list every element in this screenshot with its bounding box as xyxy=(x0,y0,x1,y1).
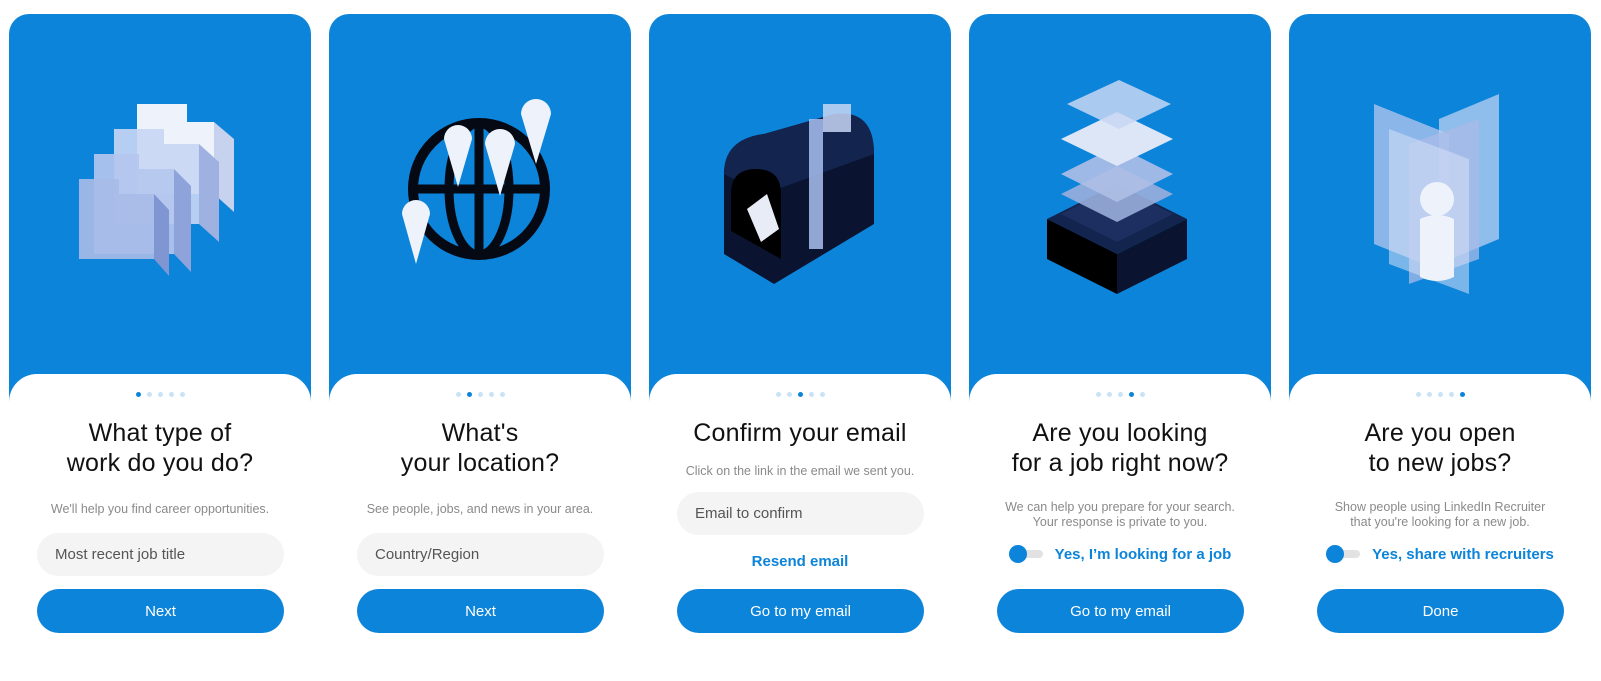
step-title: What's your location? xyxy=(339,418,621,478)
step-title: Are you open to new jobs? xyxy=(1299,418,1581,478)
progress-dot xyxy=(1415,392,1421,397)
progress-dot-active xyxy=(1128,392,1134,397)
progress-dot xyxy=(1117,392,1123,397)
email-confirm-input[interactable]: Email to confirm xyxy=(677,492,924,535)
step-subtitle: See people, jobs, and news in your area. xyxy=(349,502,611,517)
onboarding-card-job-search: Are you looking for a job right now? We … xyxy=(969,14,1271,634)
progress-dots xyxy=(329,392,631,397)
progress-dot xyxy=(168,392,174,397)
input-placeholder: Email to confirm xyxy=(695,505,803,522)
title-line-2: to new jobs? xyxy=(1368,449,1512,477)
share-with-recruiters-toggle-row: Yes, share with recruiters xyxy=(1289,545,1591,563)
done-button[interactable]: Done xyxy=(1317,589,1564,633)
folders-icon xyxy=(79,104,234,276)
progress-dots xyxy=(1289,392,1591,397)
hero-banner xyxy=(969,14,1271,424)
step-title: Confirm your email xyxy=(659,418,941,448)
progress-dot-active xyxy=(466,392,472,397)
job-search-toggle[interactable] xyxy=(1008,545,1043,563)
progress-dot xyxy=(455,392,461,397)
button-label: Next xyxy=(465,602,496,620)
onboarding-card-confirm-email: Confirm your email Click on the link in … xyxy=(649,14,951,634)
button-label: Go to my email xyxy=(1070,602,1171,620)
step-title: What type of work do you do? xyxy=(19,418,301,478)
title-line-2: work do you do? xyxy=(66,449,254,477)
progress-dot xyxy=(786,392,792,397)
subtitle-line-2: that you're looking for a new job. xyxy=(1350,515,1530,529)
step-subtitle: We can help you prepare for your search.… xyxy=(989,500,1251,530)
job-search-toggle-row: Yes, I’m looking for a job xyxy=(969,545,1271,563)
onboarding-card-open-to-jobs: Are you open to new jobs? Show people us… xyxy=(1289,14,1591,634)
title-line-2: your location? xyxy=(400,449,560,477)
toggle-knob xyxy=(1008,545,1027,563)
title-line-1: What type of xyxy=(88,419,232,447)
subtitle-line-1: See people, jobs, and news in your area. xyxy=(366,502,594,516)
step-subtitle: Click on the link in the email we sent y… xyxy=(669,464,931,479)
globe-pins-icon xyxy=(402,99,551,264)
title-line-1: Confirm your email xyxy=(693,419,907,447)
progress-dot xyxy=(1437,392,1443,397)
button-label: Go to my email xyxy=(750,602,851,620)
title-line-1: What's xyxy=(441,419,519,447)
next-button[interactable]: Next xyxy=(37,589,284,633)
progress-dot-active xyxy=(797,392,803,397)
hero-banner xyxy=(329,14,631,424)
input-placeholder: Most recent job title xyxy=(55,546,186,563)
go-to-email-button[interactable]: Go to my email xyxy=(677,589,924,633)
onboarding-card-location: What's your location? See people, jobs, … xyxy=(329,14,631,634)
next-button[interactable]: Next xyxy=(357,589,604,633)
mailbox-icon xyxy=(724,104,874,284)
country-region-input[interactable]: Country/Region xyxy=(357,533,604,576)
progress-dot xyxy=(477,392,483,397)
progress-dot xyxy=(179,392,185,397)
hero-banner xyxy=(1289,14,1591,424)
onboarding-card-work-type: What type of work do you do? We'll help … xyxy=(9,14,311,634)
subtitle-line-1: We can help you prepare for your search. xyxy=(1005,500,1235,514)
person-panels-icon xyxy=(1374,94,1499,294)
progress-dot xyxy=(1426,392,1432,397)
title-line-2: for a job right now? xyxy=(1011,449,1229,477)
title-line-1: Are you open xyxy=(1364,419,1516,447)
input-placeholder: Country/Region xyxy=(375,546,480,563)
share-with-recruiters-toggle[interactable] xyxy=(1326,545,1361,563)
toggle-label: Yes, share with recruiters xyxy=(1372,545,1554,563)
progress-dot xyxy=(146,392,152,397)
job-title-input[interactable]: Most recent job title xyxy=(37,533,284,576)
button-label: Next xyxy=(145,602,176,620)
progress-dot xyxy=(499,392,505,397)
progress-dot xyxy=(819,392,825,397)
progress-dot xyxy=(157,392,163,397)
subtitle-line-1: Click on the link in the email we sent y… xyxy=(685,464,915,478)
resend-email-link[interactable]: Resend email xyxy=(649,553,951,570)
progress-dot xyxy=(1095,392,1101,397)
title-line-1: Are you looking xyxy=(1032,419,1208,447)
progress-dots xyxy=(969,392,1271,397)
subtitle-line-1: We'll help you find career opportunities… xyxy=(50,502,270,516)
button-label: Done xyxy=(1422,602,1459,620)
progress-dot xyxy=(1448,392,1454,397)
go-to-email-button[interactable]: Go to my email xyxy=(997,589,1244,633)
progress-dot xyxy=(775,392,781,397)
progress-dot xyxy=(488,392,494,397)
progress-dot-active xyxy=(135,392,141,397)
progress-dot-active xyxy=(1459,392,1465,397)
step-subtitle: Show people using LinkedIn Recruiter tha… xyxy=(1309,500,1571,530)
step-title: Are you looking for a job right now? xyxy=(979,418,1261,478)
progress-dots xyxy=(649,392,951,397)
hero-banner xyxy=(649,14,951,424)
subtitle-line-1: Show people using LinkedIn Recruiter xyxy=(1334,500,1546,514)
progress-dot xyxy=(808,392,814,397)
link-label: Resend email xyxy=(751,553,849,570)
progress-dots xyxy=(9,392,311,397)
hero-banner xyxy=(9,14,311,424)
stacked-trays-icon xyxy=(1047,80,1187,294)
progress-dot xyxy=(1106,392,1112,397)
step-subtitle: We'll help you find career opportunities… xyxy=(29,502,291,517)
toggle-knob xyxy=(1326,545,1345,563)
progress-dot xyxy=(1139,392,1145,397)
toggle-label: Yes, I’m looking for a job xyxy=(1054,545,1232,563)
subtitle-line-2: Your response is private to you. xyxy=(1032,515,1208,529)
